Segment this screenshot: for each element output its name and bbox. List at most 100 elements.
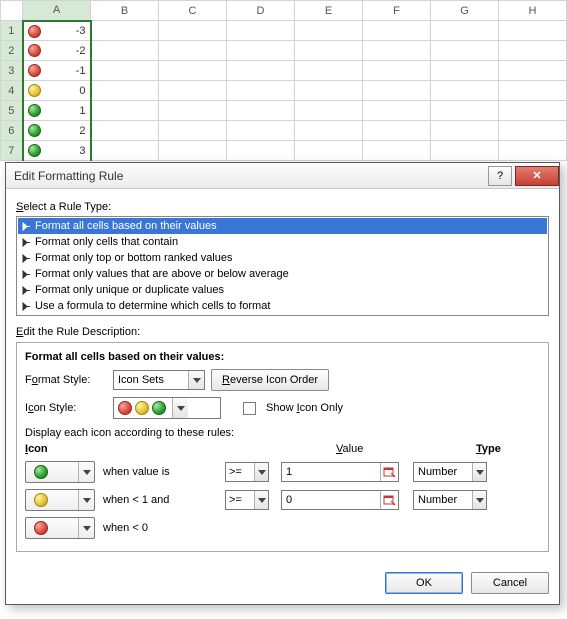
icon-picker[interactable] [25, 489, 95, 511]
select-all-corner[interactable] [1, 1, 23, 21]
col-header-a[interactable]: A [23, 1, 91, 21]
cell[interactable] [91, 41, 159, 61]
cell[interactable] [499, 21, 567, 41]
cell[interactable] [295, 21, 363, 41]
cell[interactable] [363, 101, 431, 121]
cell[interactable] [363, 21, 431, 41]
icon-picker[interactable] [25, 517, 95, 539]
cell[interactable] [159, 101, 227, 121]
cell[interactable] [499, 41, 567, 61]
row-header[interactable]: 6 [1, 121, 23, 141]
cell[interactable] [363, 121, 431, 141]
cell[interactable] [363, 141, 431, 161]
cell[interactable] [363, 81, 431, 101]
cell[interactable] [431, 21, 499, 41]
cell[interactable] [295, 141, 363, 161]
type-combo[interactable]: Number [413, 490, 487, 510]
reverse-icon-order-button[interactable]: Reverse Icon Order [211, 369, 329, 391]
rule-type-item[interactable]: Use a formula to determine which cells t… [18, 298, 547, 314]
cell[interactable] [431, 61, 499, 81]
cell[interactable] [295, 121, 363, 141]
cell[interactable] [227, 21, 295, 41]
row-header[interactable]: 5 [1, 101, 23, 121]
cell[interactable]: 1 [23, 101, 91, 121]
col-header-d[interactable]: D [227, 1, 295, 21]
cell[interactable] [295, 81, 363, 101]
row-header[interactable]: 7 [1, 141, 23, 161]
cell[interactable] [227, 101, 295, 121]
col-header-c[interactable]: C [159, 1, 227, 21]
cell[interactable] [159, 61, 227, 81]
spreadsheet-grid[interactable]: A B C D E F G H 1-32-23-140516273 [0, 0, 567, 161]
cell[interactable] [499, 101, 567, 121]
row-header[interactable]: 4 [1, 81, 23, 101]
row-header[interactable]: 2 [1, 41, 23, 61]
col-header-e[interactable]: E [295, 1, 363, 21]
icon-style-combo[interactable] [113, 397, 221, 419]
value-input[interactable]: 0 [281, 490, 399, 510]
cell[interactable] [159, 141, 227, 161]
value-input[interactable]: 1 [281, 462, 399, 482]
cell[interactable] [431, 121, 499, 141]
ok-button[interactable]: OK [385, 572, 463, 594]
cell[interactable] [363, 41, 431, 61]
cell[interactable]: 0 [23, 81, 91, 101]
cell[interactable] [227, 41, 295, 61]
cell[interactable] [227, 141, 295, 161]
rule-type-list[interactable]: Format all cells based on their valuesFo… [16, 216, 549, 316]
cell[interactable] [295, 101, 363, 121]
cell[interactable] [431, 141, 499, 161]
cell[interactable]: -3 [23, 21, 91, 41]
close-button[interactable]: ✕ [515, 166, 559, 186]
cell[interactable]: 3 [23, 141, 91, 161]
cell[interactable] [499, 121, 567, 141]
cell[interactable] [91, 101, 159, 121]
cell[interactable] [227, 121, 295, 141]
format-style-combo[interactable]: Icon Sets [113, 370, 205, 390]
cell[interactable] [431, 101, 499, 121]
icon-picker[interactable] [25, 461, 95, 483]
cell[interactable] [499, 141, 567, 161]
cell[interactable] [159, 121, 227, 141]
cell[interactable] [499, 81, 567, 101]
cell[interactable]: -2 [23, 41, 91, 61]
cell[interactable] [159, 21, 227, 41]
cell[interactable] [499, 61, 567, 81]
row-header[interactable]: 1 [1, 21, 23, 41]
range-selector-icon[interactable] [380, 463, 398, 481]
operator-combo[interactable]: >= [225, 462, 269, 482]
cell[interactable] [91, 121, 159, 141]
cell[interactable] [431, 81, 499, 101]
cell[interactable] [91, 21, 159, 41]
cell[interactable] [295, 41, 363, 61]
cell[interactable] [431, 41, 499, 61]
cell[interactable] [91, 81, 159, 101]
col-header-h[interactable]: H [499, 1, 567, 21]
cell[interactable] [91, 141, 159, 161]
dialog-titlebar[interactable]: Edit Formatting Rule ? ✕ [6, 163, 559, 189]
rule-type-item[interactable]: Format only cells that contain [18, 234, 547, 250]
rule-type-item[interactable]: Format only values that are above or bel… [18, 266, 547, 282]
cell[interactable] [159, 81, 227, 101]
range-selector-icon[interactable] [380, 491, 398, 509]
col-header-b[interactable]: B [91, 1, 159, 21]
row-header[interactable]: 3 [1, 61, 23, 81]
type-combo[interactable]: Number [413, 462, 487, 482]
cell[interactable] [91, 61, 159, 81]
cancel-button[interactable]: Cancel [471, 572, 549, 594]
show-icon-only-checkbox[interactable] [243, 402, 256, 415]
col-header-f[interactable]: F [363, 1, 431, 21]
cell[interactable]: -1 [23, 61, 91, 81]
cell[interactable] [227, 61, 295, 81]
col-header-g[interactable]: G [431, 1, 499, 21]
cell[interactable] [227, 81, 295, 101]
cell[interactable]: 2 [23, 121, 91, 141]
rule-type-item[interactable]: Format only top or bottom ranked values [18, 250, 547, 266]
operator-combo[interactable]: >= [225, 490, 269, 510]
cell[interactable] [159, 41, 227, 61]
rule-type-item[interactable]: Format all cells based on their values [18, 218, 547, 234]
rule-type-item[interactable]: Format only unique or duplicate values [18, 282, 547, 298]
cell[interactable] [363, 61, 431, 81]
help-button[interactable]: ? [488, 166, 512, 186]
cell[interactable] [295, 61, 363, 81]
